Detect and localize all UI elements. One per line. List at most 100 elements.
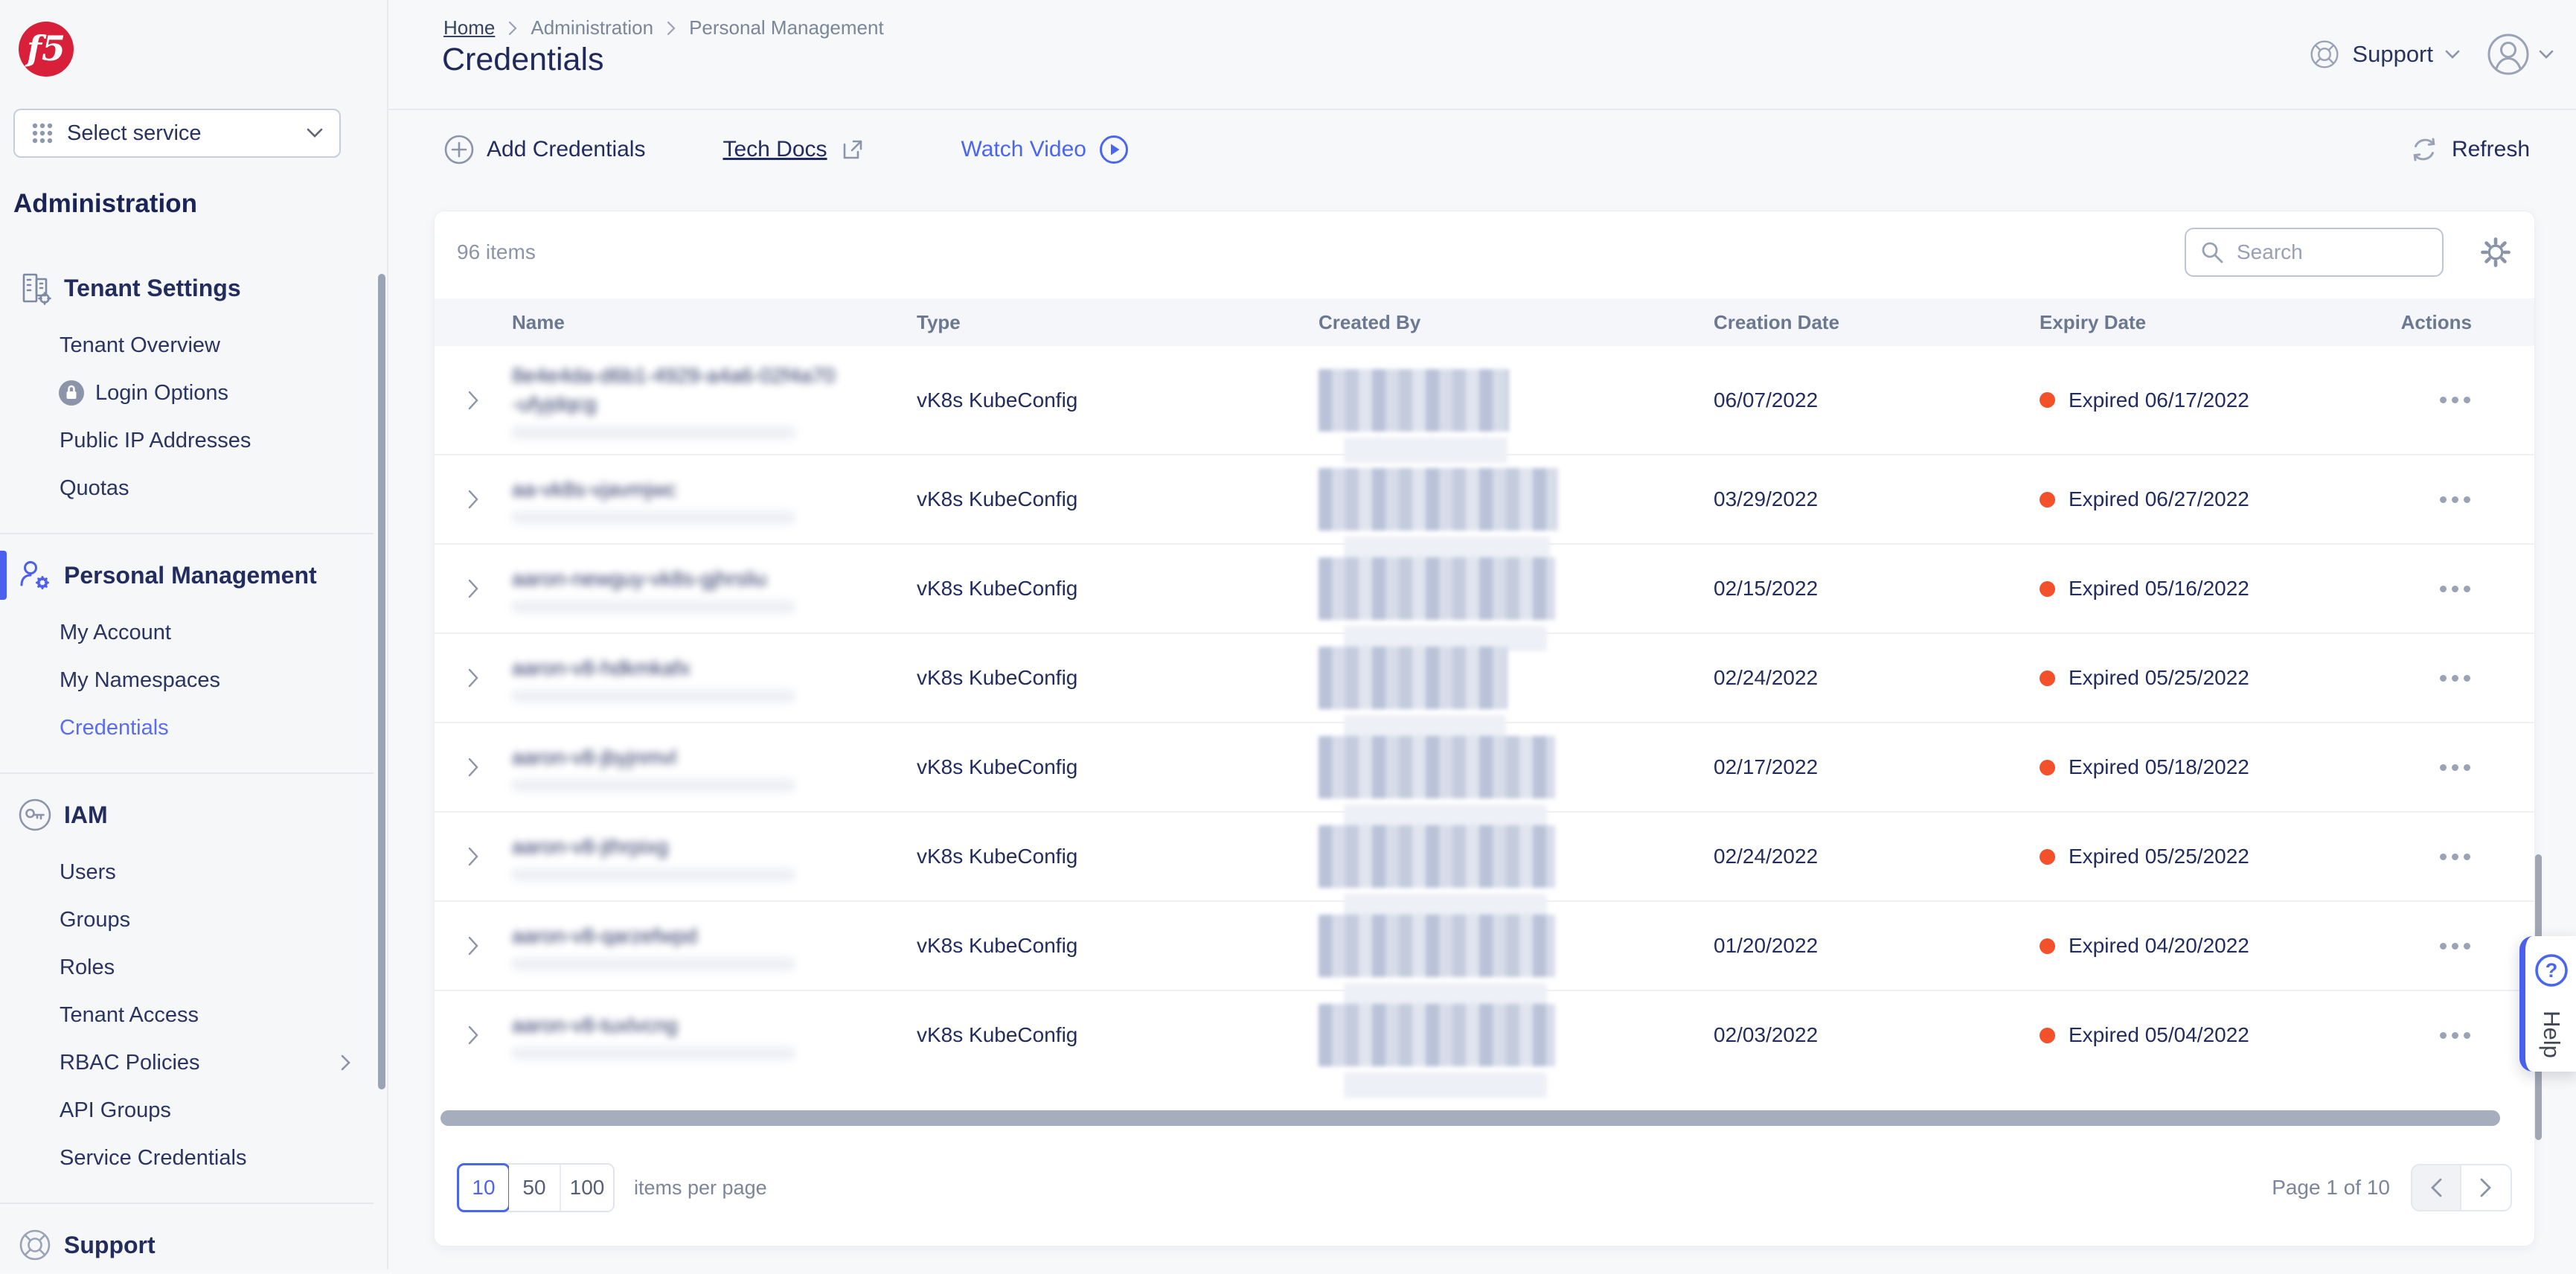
page-size-10-button[interactable]: 10 xyxy=(457,1163,510,1212)
watch-video-link[interactable]: Watch Video xyxy=(961,134,1130,165)
row-actions-ellipsis-button[interactable] xyxy=(2438,490,2472,509)
service-selector[interactable]: Select service xyxy=(13,109,341,158)
credential-type: vK8s KubeConfig xyxy=(917,1023,1319,1047)
table-row: aaron-v8-tuxlvcng vK8s KubeConfig 02/03/… xyxy=(435,990,2534,1079)
created-by-cell xyxy=(1319,915,1714,977)
table-row: aaron-v8-jthrpixg vK8s KubeConfig 02/24/… xyxy=(435,811,2534,900)
expiry-status-text: Expired 06/17/2022 xyxy=(2069,388,2249,412)
svg-text:f5: f5 xyxy=(25,28,65,68)
row-expander-chevron-icon[interactable] xyxy=(435,1025,512,1046)
creation-date: 03/29/2022 xyxy=(1714,487,2040,511)
created-by-redacted-blur xyxy=(1319,468,1558,531)
items-per-page-label: items per page xyxy=(634,1177,767,1200)
next-page-button[interactable] xyxy=(2461,1165,2511,1210)
support-label: Support xyxy=(2352,41,2433,68)
sidebar-divider xyxy=(0,1203,374,1204)
expiry-cell: Expired 05/18/2022 xyxy=(2040,755,2369,779)
actions-cell xyxy=(2369,937,2490,956)
sidebar-item-tenant-overview[interactable]: Tenant Overview xyxy=(0,321,387,369)
support-menu[interactable]: Support xyxy=(2309,39,2460,70)
actions-cell xyxy=(2369,758,2490,777)
table-settings-gear-icon[interactable] xyxy=(2479,236,2512,269)
help-label: Help xyxy=(2538,1011,2565,1058)
sidebar-item-users[interactable]: Users xyxy=(0,848,387,896)
expired-status-dot xyxy=(2040,1028,2055,1043)
row-expander-chevron-icon[interactable] xyxy=(435,935,512,956)
page-size-50-button[interactable]: 50 xyxy=(509,1165,561,1211)
sidebar-item-rbac-policies[interactable]: RBAC Policies xyxy=(0,1039,387,1086)
row-expander-chevron-icon[interactable] xyxy=(435,390,512,411)
created-by-cell xyxy=(1319,468,1714,531)
tech-docs-link[interactable]: Tech Docs xyxy=(723,136,865,163)
account-menu[interactable] xyxy=(2487,33,2554,76)
redacted-subtext-blur xyxy=(512,780,795,791)
chevron-right-icon xyxy=(508,21,517,36)
created-by-redacted-blur xyxy=(1319,825,1555,888)
sidebar: f5 Select service Administration xyxy=(0,0,388,1270)
row-actions-ellipsis-button[interactable] xyxy=(2438,391,2472,409)
sidebar-item-groups[interactable]: Groups xyxy=(0,896,387,944)
row-actions-ellipsis-button[interactable] xyxy=(2438,580,2472,598)
sidebar-item-login-options[interactable]: Login Options xyxy=(0,369,387,417)
refresh-label: Refresh xyxy=(2452,137,2530,162)
items-count: 96 items xyxy=(457,240,536,264)
nav-item-label: Groups xyxy=(60,908,130,932)
actions-cell xyxy=(2369,669,2490,688)
sidebar-section-iam[interactable]: IAM xyxy=(0,786,387,844)
life-ring-icon xyxy=(18,1228,52,1262)
expired-status-dot xyxy=(2040,849,2055,865)
sidebar-item-roles[interactable]: Roles xyxy=(0,944,387,991)
created-by-redacted-blur xyxy=(1319,915,1555,977)
breadcrumb-home-link[interactable]: Home xyxy=(443,16,495,39)
table-row: 8e4e4da-d6b1-4929-a4a6-02f4a70-ufyjdqcg … xyxy=(435,346,2534,454)
sidebar-item-quotas[interactable]: Quotas xyxy=(0,464,387,512)
row-expander-chevron-icon[interactable] xyxy=(435,578,512,599)
created-by-cell xyxy=(1319,647,1714,709)
expiry-status-text: Expired 04/20/2022 xyxy=(2069,934,2249,958)
refresh-button[interactable]: Refresh xyxy=(2409,134,2530,165)
table-row: aaron-v8-jbyjnmvl vK8s KubeConfig 02/17/… xyxy=(435,722,2534,811)
row-expander-chevron-icon[interactable] xyxy=(435,668,512,688)
sidebar-section-personal-management[interactable]: Personal Management xyxy=(0,546,387,604)
refresh-icon xyxy=(2409,134,2440,165)
breadcrumb-item: Administration xyxy=(531,16,653,39)
help-tab[interactable]: ? Help xyxy=(2519,936,2576,1072)
chevron-down-icon xyxy=(2445,50,2460,60)
sidebar-scrollbar[interactable] xyxy=(378,274,385,1089)
sidebar-item-public-ip-addresses[interactable]: Public IP Addresses xyxy=(0,417,387,464)
row-actions-ellipsis-button[interactable] xyxy=(2438,937,2472,956)
row-expander-chevron-icon[interactable] xyxy=(435,846,512,867)
redacted-subtext-blur xyxy=(512,958,795,970)
previous-page-button[interactable] xyxy=(2412,1165,2461,1210)
table-horizontal-scrollbar[interactable] xyxy=(440,1110,2500,1126)
sidebar-section-tenant-settings[interactable]: Tenant Settings xyxy=(0,259,387,317)
expired-status-dot xyxy=(2040,392,2055,408)
building-gear-icon xyxy=(18,271,52,305)
page-indicator: Page 1 of 10 xyxy=(2272,1176,2390,1200)
created-by-redacted-blur xyxy=(1319,1004,1555,1066)
row-expander-chevron-icon[interactable] xyxy=(435,757,512,778)
nav-item-label: Tenant Access xyxy=(60,1003,199,1028)
sidebar-item-my-namespaces[interactable]: My Namespaces xyxy=(0,656,387,704)
page-toolbar: Add Credentials Tech Docs Watch Video xyxy=(388,112,2576,188)
created-by-cell xyxy=(1319,825,1714,888)
row-actions-ellipsis-button[interactable] xyxy=(2438,669,2472,688)
sidebar-item-credentials[interactable]: Credentials xyxy=(0,704,387,752)
search-input[interactable] xyxy=(2235,240,2429,265)
sidebar-item-my-account[interactable]: My Account xyxy=(0,609,387,656)
chevron-right-icon xyxy=(667,21,676,36)
credentials-card: 96 items Name Type Created By Creation D… xyxy=(434,211,2535,1246)
sidebar-item-api-groups[interactable]: API Groups xyxy=(0,1086,387,1134)
add-credentials-button[interactable]: Add Credentials xyxy=(443,134,645,165)
page-size-100-button[interactable]: 100 xyxy=(561,1165,613,1211)
nav-item-label: Users xyxy=(60,860,116,885)
row-actions-ellipsis-button[interactable] xyxy=(2438,848,2472,866)
sidebar-item-service-credentials[interactable]: Service Credentials xyxy=(0,1134,387,1182)
expired-status-dot xyxy=(2040,760,2055,775)
sidebar-item-tenant-access[interactable]: Tenant Access xyxy=(0,991,387,1039)
credential-name-cell: aaron-newguy-vk8s-gjhrsliu xyxy=(512,565,917,613)
row-actions-ellipsis-button[interactable] xyxy=(2438,1026,2472,1045)
row-actions-ellipsis-button[interactable] xyxy=(2438,758,2472,777)
sidebar-section-support[interactable]: Support xyxy=(0,1216,387,1274)
row-expander-chevron-icon[interactable] xyxy=(435,489,512,510)
